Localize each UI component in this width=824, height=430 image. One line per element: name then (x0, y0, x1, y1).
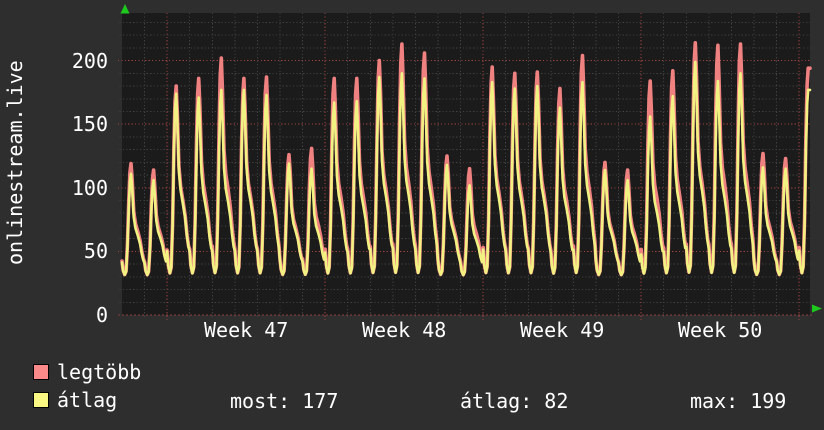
y-tick-label: 150 (71, 112, 108, 137)
stat-max: max: 199 (690, 389, 787, 413)
legend-item-atlag: átlag (33, 390, 117, 410)
week-label: Week 49 (520, 318, 605, 342)
legend-item-legtobb: legtöbb (33, 362, 141, 382)
week-label: Week 47 (203, 318, 289, 342)
week-label: Week 48 (361, 318, 447, 342)
stat-most: most: 177 (230, 389, 339, 413)
y-tick-label: 50 (83, 239, 108, 264)
legend-label-legtobb: legtöbb (57, 360, 142, 384)
y-tick-label: 0 (95, 303, 108, 327)
site-title-vertical: onlinestream.live (3, 60, 27, 265)
legend-label-atlag: átlag (57, 388, 118, 412)
y-axis-arrow-icon (120, 4, 130, 14)
stat-atlag: átlag: 82 (460, 389, 569, 413)
x-axis-arrow-icon (812, 304, 822, 313)
week-label: Week 50 (678, 318, 763, 342)
mrtg-weekly-graph: onlinestream.live 200 150 100 50 0 Week 47 We… (0, 0, 824, 430)
y-tick-label: 100 (71, 175, 108, 200)
legend-swatch-yellow (33, 392, 49, 408)
y-tick-label: 200 (71, 48, 108, 73)
legend-swatch-red (33, 364, 49, 380)
